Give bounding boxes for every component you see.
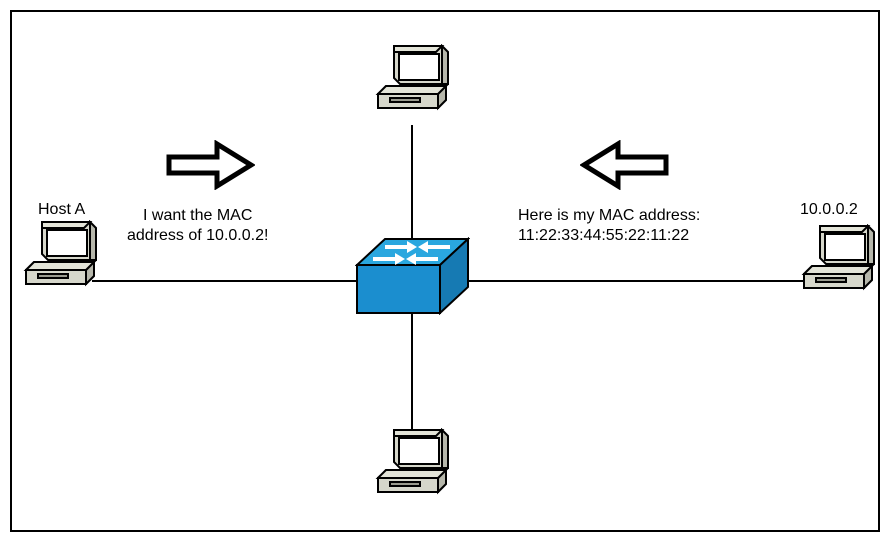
link-top bbox=[411, 125, 413, 255]
computer-icon bbox=[798, 224, 882, 306]
arrow-left-icon bbox=[580, 140, 670, 190]
arrow-right-icon bbox=[165, 140, 255, 190]
arp-reply-text: Here is my MAC address: 11:22:33:44:55:2… bbox=[518, 206, 700, 246]
computer-icon bbox=[372, 428, 456, 510]
link-right bbox=[460, 280, 810, 282]
host-b-label: 10.0.0.2 bbox=[800, 200, 858, 220]
link-bottom bbox=[411, 310, 413, 435]
link-left bbox=[92, 280, 367, 282]
host-a-label: Host A bbox=[38, 200, 85, 220]
diagram-canvas: Host A 10.0.0.2 I want the MAC address o… bbox=[0, 0, 892, 544]
computer-icon bbox=[20, 220, 104, 302]
arp-request-text: I want the MAC address of 10.0.0.2! bbox=[127, 206, 268, 246]
computer-icon bbox=[372, 44, 456, 126]
switch-icon bbox=[355, 237, 470, 315]
